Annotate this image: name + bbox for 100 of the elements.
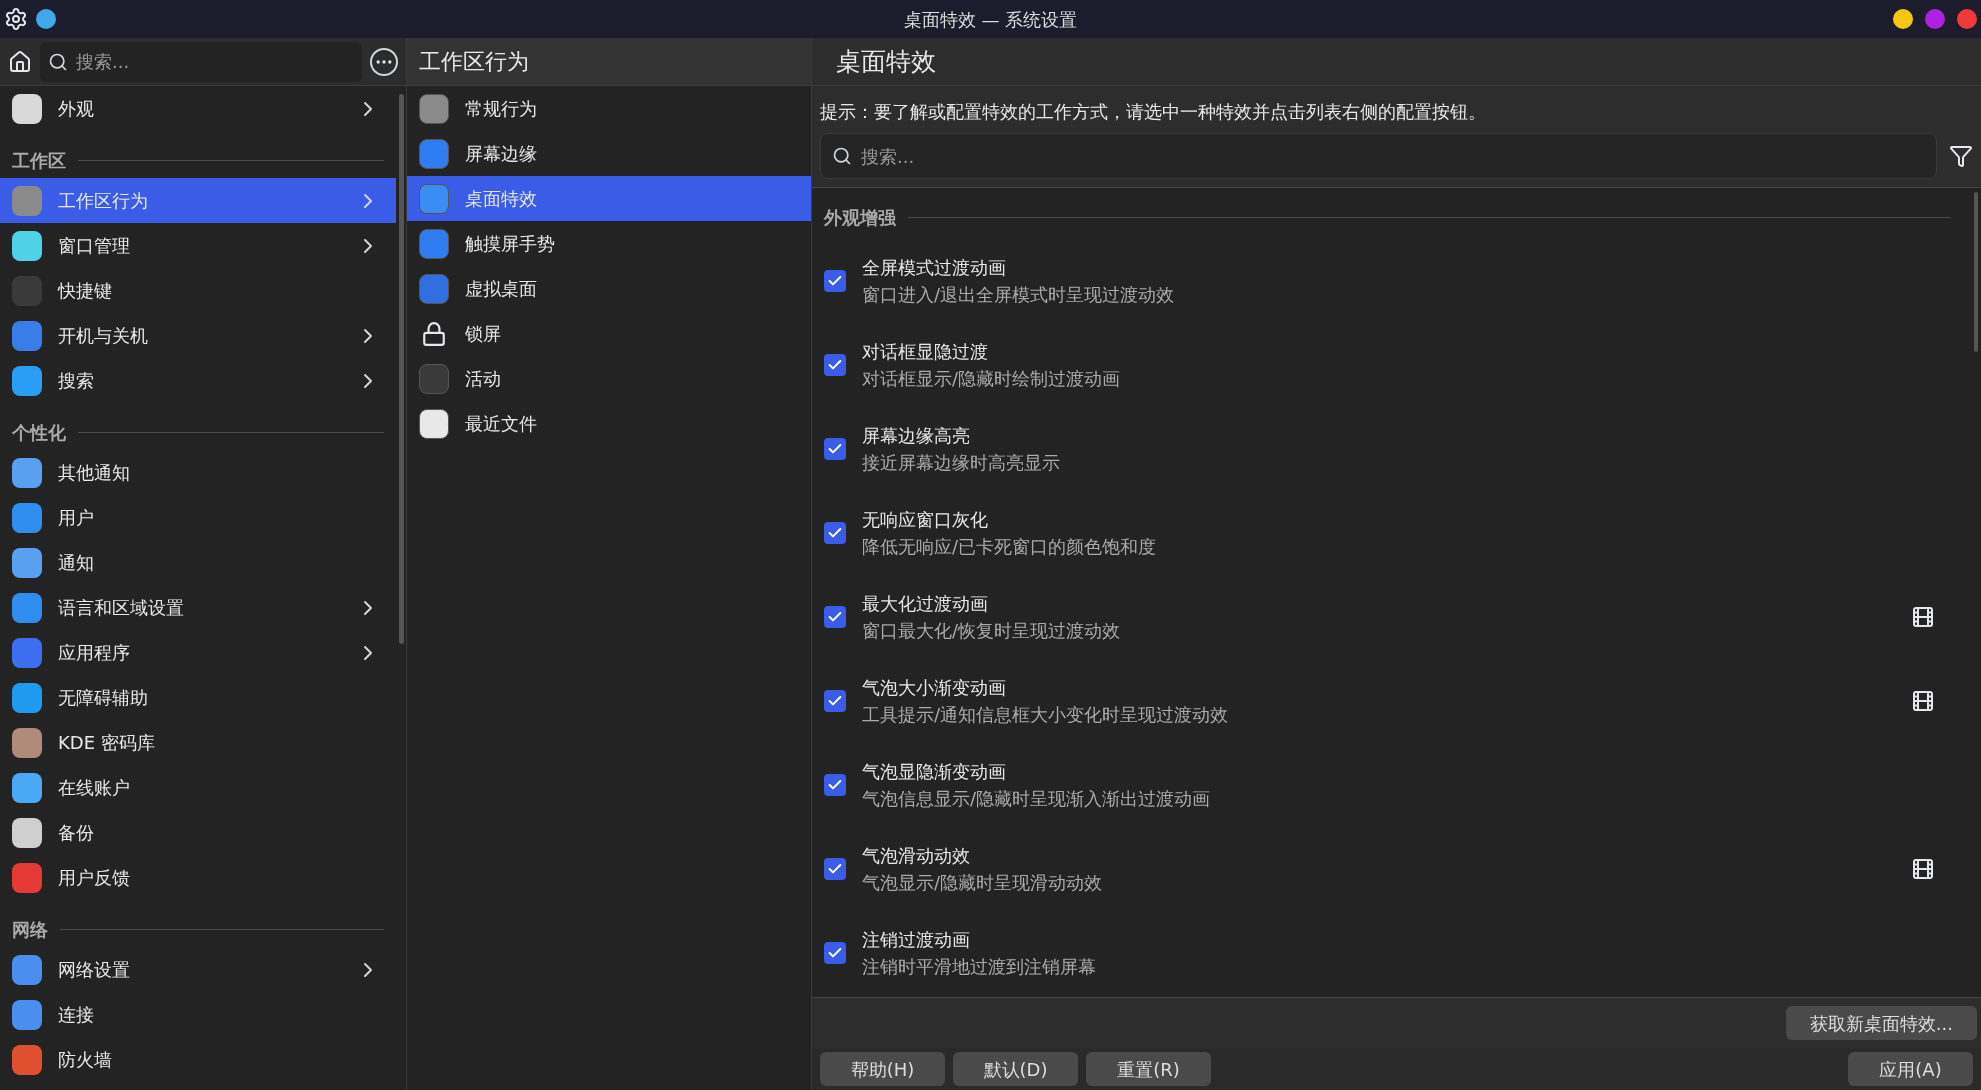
effect-name: 最大化过渡动画 — [862, 592, 989, 616]
section-heading: 网络 — [12, 918, 48, 942]
sidebar-item[interactable]: 开机与关机 — [0, 313, 396, 358]
category-item[interactable]: 触摸屏手势 — [407, 221, 811, 266]
checkbox[interactable] — [824, 270, 846, 292]
sidebar-item[interactable]: 工作区行为 — [0, 178, 396, 223]
scrollbar-thumb[interactable] — [1974, 192, 1978, 352]
effect-description: 窗口最大化/恢复时呈现过渡动效 — [862, 619, 1122, 643]
sidebar-item[interactable]: 语言和区域设置 — [0, 585, 396, 630]
home-icon[interactable] — [8, 49, 32, 74]
app-icon — [419, 93, 449, 124]
dialog-button[interactable]: 默认(D) — [953, 1052, 1078, 1086]
category-item[interactable]: 常规行为 — [407, 86, 811, 131]
checkbox[interactable] — [824, 438, 846, 460]
sidebar-label: 语言和区域设置 — [58, 596, 185, 620]
effect-row[interactable]: 气泡滑动动效 气泡显示/隐藏时呈现滑动动效 — [824, 827, 1959, 911]
app-icon — [12, 772, 42, 803]
category-label: 虚拟桌面 — [465, 277, 537, 301]
sidebar-item[interactable]: 应用程序 — [0, 630, 396, 675]
app-icon — [12, 999, 42, 1030]
close-button[interactable] — [1957, 9, 1977, 29]
checkbox[interactable] — [824, 690, 846, 712]
dialog-button[interactable]: 帮助(H) — [820, 1052, 945, 1086]
category-item[interactable]: 锁屏 — [407, 311, 811, 356]
effect-description: 对话框显示/隐藏时绘制过渡动画 — [862, 367, 1122, 391]
effect-name: 对话框显隐过渡 — [862, 340, 989, 364]
effect-row[interactable]: 无响应窗口灰化 降低无响应/已卡死窗口的颜色饱和度 — [824, 491, 1959, 575]
category-label: 活动 — [465, 367, 501, 391]
video-icon[interactable] — [1911, 689, 1935, 713]
sidebar-item[interactable]: 用户反馈 — [0, 855, 396, 900]
category-label: 桌面特效 — [465, 187, 537, 211]
category-label: 屏幕边缘 — [465, 142, 537, 166]
sidebar-item[interactable]: 连接 — [0, 992, 396, 1037]
maximize-button[interactable] — [1925, 9, 1945, 29]
video-icon[interactable] — [1911, 857, 1935, 881]
app-icon — [419, 273, 449, 304]
window-title: 桌面特效 — 系统设置 — [903, 7, 1078, 32]
app-icon — [419, 138, 449, 169]
sidebar-item[interactable]: 其他通知 — [0, 450, 396, 495]
sidebar-label: KDE 密码库 — [58, 731, 156, 755]
filter-icon[interactable] — [1949, 144, 1973, 168]
sidebar-item[interactable]: 通知 — [0, 540, 396, 585]
effect-row[interactable]: 对话框显隐过渡 对话框显示/隐藏时绘制过渡动画 — [824, 323, 1959, 407]
category-item[interactable]: 屏幕边缘 — [407, 131, 811, 176]
effect-row[interactable]: 全屏模式过渡动画 窗口进入/退出全屏模式时呈现过渡动效 — [824, 239, 1959, 323]
sidebar-item[interactable]: 防火墙 — [0, 1037, 396, 1082]
apply-button[interactable]: 应用(A) — [1848, 1052, 1973, 1086]
sidebar-item[interactable]: 备份 — [0, 810, 396, 855]
search-field[interactable]: 搜索... — [40, 41, 362, 82]
scrollbar-thumb[interactable] — [398, 94, 404, 644]
get-new-effects-button[interactable]: 获取新桌面特效... — [1785, 1006, 1977, 1040]
app-icon — [12, 320, 42, 351]
category-item[interactable]: 虚拟桌面 — [407, 266, 811, 311]
effect-row[interactable]: 气泡大小渐变动画 工具提示/通知信息框大小变化时呈现过渡动效 — [824, 659, 1959, 743]
hint-text: 提示：要了解或配置特效的工作方式，请选中一种特效并点击列表右侧的配置按钮。 — [820, 100, 1487, 124]
category-label: 锁屏 — [465, 322, 501, 346]
sidebar-item[interactable]: 网络设置 — [0, 947, 396, 992]
checkbox[interactable] — [824, 942, 846, 964]
effect-row[interactable]: 屏幕边缘高亮 接近屏幕边缘时高亮显示 — [824, 407, 1959, 491]
sidebar-label: 用户 — [58, 506, 95, 530]
dialog-button[interactable]: 重置(R) — [1086, 1052, 1211, 1086]
checkbox[interactable] — [824, 858, 846, 880]
effects-search-field[interactable]: 搜索... — [820, 133, 1937, 179]
app-icon — [12, 682, 42, 713]
sidebar-item[interactable]: 在线账户 — [0, 765, 396, 810]
sidebar-item[interactable]: 窗口管理 — [0, 223, 396, 268]
effect-name: 注销过渡动画 — [862, 928, 971, 952]
effect-description: 工具提示/通知信息框大小变化时呈现过渡动效 — [862, 703, 1230, 727]
group-heading: 外观增强 — [824, 206, 896, 230]
sidebar-label: 应用程序 — [58, 641, 131, 665]
category-item[interactable]: 最近文件 — [407, 401, 811, 446]
effect-row[interactable]: 气泡显隐渐变动画 气泡信息显示/隐藏时呈现渐入渐出过渡动画 — [824, 743, 1959, 827]
app-icon — [12, 727, 42, 758]
sidebar-label: 工作区行为 — [58, 189, 149, 213]
category-item[interactable]: 桌面特效 — [407, 176, 811, 221]
app-icon — [419, 228, 449, 259]
checkbox[interactable] — [824, 774, 846, 796]
sidebar-item[interactable]: 搜索 — [0, 358, 396, 403]
category-item[interactable]: 活动 — [407, 356, 811, 401]
sidebar-item[interactable]: 用户 — [0, 495, 396, 540]
video-icon[interactable] — [1911, 605, 1935, 629]
effect-name: 全屏模式过渡动画 — [862, 256, 1007, 280]
settings-icon[interactable] — [4, 7, 28, 31]
minimize-button[interactable] — [1893, 9, 1913, 29]
checkbox[interactable] — [824, 354, 846, 376]
effect-name: 气泡大小渐变动画 — [862, 676, 1007, 700]
effect-row[interactable]: 注销过渡动画 注销时平滑地过渡到注销屏幕 — [824, 911, 1959, 995]
checkbox[interactable] — [824, 606, 846, 628]
sidebar-item[interactable]: KDE 密码库 — [0, 720, 396, 765]
category-label: 触摸屏手势 — [465, 232, 555, 256]
sidebar-item[interactable]: 无障碍辅助 — [0, 675, 396, 720]
app-icon — [12, 457, 42, 488]
sidebar-item[interactable]: 外观 — [0, 86, 396, 131]
app-icon — [12, 954, 42, 985]
more-options-icon[interactable] — [370, 47, 398, 76]
sidebar-item[interactable]: 快捷键 — [0, 268, 396, 313]
effect-description: 气泡显示/隐藏时呈现滑动动效 — [862, 871, 1104, 895]
checkbox[interactable] — [824, 522, 846, 544]
effect-row[interactable]: 最大化过渡动画 窗口最大化/恢复时呈现过渡动效 — [824, 575, 1959, 659]
app-icon — [12, 637, 42, 668]
